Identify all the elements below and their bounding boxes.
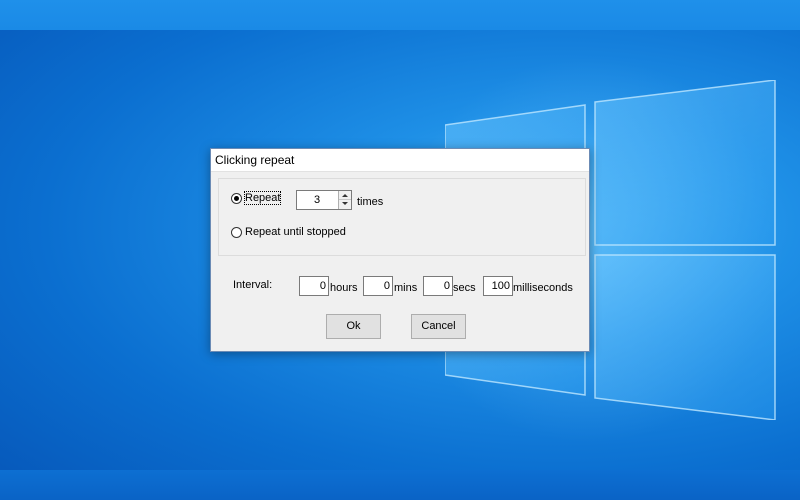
clicking-repeat-dialog: Clicking repeat Repeat 3 times Repeat un… <box>210 148 590 352</box>
chevron-up-icon <box>342 194 348 197</box>
hours-label: hours <box>330 282 358 294</box>
interval-label: Interval: <box>233 279 273 291</box>
chevron-down-icon <box>342 202 348 205</box>
interval-secs-input[interactable]: 0 <box>423 276 453 296</box>
repeat-count-spin-buttons <box>338 191 351 209</box>
repeat-until-stopped-label[interactable]: Repeat until stopped <box>245 226 346 238</box>
repeat-times-label: times <box>357 196 384 208</box>
milliseconds-label: milliseconds <box>513 282 573 294</box>
interval-hours-input[interactable]: 0 <box>299 276 329 296</box>
repeat-options-group: Repeat 3 times Repeat until stopped <box>218 178 586 256</box>
interval-mins-input[interactable]: 0 <box>363 276 393 296</box>
dialog-titlebar[interactable]: Clicking repeat <box>211 149 589 172</box>
repeat-until-stopped-radio[interactable] <box>231 227 242 238</box>
desktop-top-band <box>0 0 800 30</box>
interval-milliseconds-input[interactable]: 100 <box>483 276 513 296</box>
repeat-radio-label[interactable]: Repeat <box>243 191 282 205</box>
spin-down-button[interactable] <box>339 200 351 209</box>
cancel-button[interactable]: Cancel <box>411 314 466 339</box>
repeat-count-value[interactable]: 3 <box>297 194 337 206</box>
ok-button[interactable]: Ok <box>326 314 381 339</box>
secs-label: secs <box>453 282 476 294</box>
dialog-title: Clicking repeat <box>215 153 295 167</box>
repeat-radio[interactable] <box>231 193 242 204</box>
repeat-count-stepper[interactable]: 3 <box>296 190 352 210</box>
desktop-bottom-band <box>0 470 800 500</box>
mins-label: mins <box>394 282 418 294</box>
spin-up-button[interactable] <box>339 191 351 200</box>
